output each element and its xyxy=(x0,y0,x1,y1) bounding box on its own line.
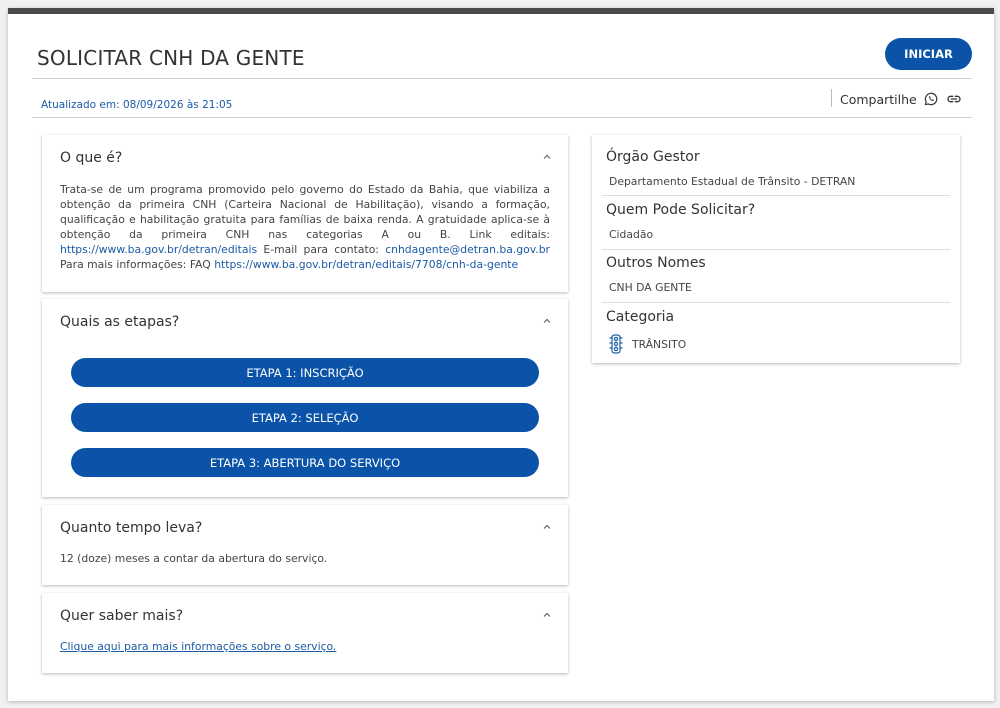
outros-value: CNH DA GENTE xyxy=(609,281,692,294)
service-card: SOLICITAR CNH DA GENTE INICIAR Atualizad… xyxy=(8,8,994,701)
section-title: Quer saber mais? xyxy=(60,608,184,624)
divider xyxy=(602,302,950,303)
info-sidebar: Órgão Gestor Departamento Estadual de Tr… xyxy=(592,135,960,363)
link-icon[interactable] xyxy=(945,91,963,107)
divider xyxy=(32,117,972,118)
email-link[interactable]: cnhdagente@detran.ba.gov.br xyxy=(385,243,550,256)
orgao-value: Departamento Estadual de Trânsito - DETR… xyxy=(609,175,856,188)
categoria-value: TRÂNSITO xyxy=(632,337,687,351)
more-info-link[interactable]: Clique aqui para mais informações sobre … xyxy=(60,640,336,653)
editais-link[interactable]: https://www.ba.gov.br/detran/editais xyxy=(60,243,257,256)
step-1-button[interactable]: ETAPA 1: INSCRIÇÃO xyxy=(71,358,539,387)
outros-title: Outros Nomes xyxy=(606,255,706,271)
share-bar: Compartilhe xyxy=(840,90,963,108)
section-title: O que é? xyxy=(60,150,123,166)
faq-link[interactable]: https://www.ba.gov.br/detran/editais/770… xyxy=(214,258,518,271)
whatsapp-icon[interactable] xyxy=(923,91,939,107)
divider xyxy=(602,195,950,196)
section-o-que-e: O que é? Trata-se de um programa promovi… xyxy=(42,135,568,292)
categoria-item: TRÂNSITO xyxy=(608,334,686,354)
traffic-light-icon xyxy=(609,334,623,354)
section-saber-mais: Quer saber mais? Clique aqui para mais i… xyxy=(42,593,568,673)
quem-title: Quem Pode Solicitar? xyxy=(606,202,756,218)
chevron-up-icon[interactable] xyxy=(542,522,552,532)
quem-value: Cidadão xyxy=(609,228,654,241)
section-description: 12 (doze) meses a contar da abertura do … xyxy=(60,552,328,565)
page-title: SOLICITAR CNH DA GENTE xyxy=(37,46,305,70)
categoria-title: Categoria xyxy=(606,309,675,325)
section-etapas: Quais as etapas? ETAPA 1: INSCRIÇÃO ETAP… xyxy=(42,299,568,497)
divider xyxy=(831,89,832,107)
share-label: Compartilhe xyxy=(840,91,917,107)
chevron-up-icon[interactable] xyxy=(542,152,552,162)
section-description: Trata-se de um programa promovido pelo g… xyxy=(60,183,550,271)
section-title: Quanto tempo leva? xyxy=(60,520,203,536)
section-title: Quais as etapas? xyxy=(60,314,180,330)
divider xyxy=(32,78,972,79)
section-tempo: Quanto tempo leva? 12 (doze) meses a con… xyxy=(42,505,568,585)
step-3-button[interactable]: ETAPA 3: ABERTURA DO SERVIÇO xyxy=(71,448,539,477)
start-button[interactable]: INICIAR xyxy=(885,38,972,70)
chevron-up-icon[interactable] xyxy=(542,610,552,620)
chevron-up-icon[interactable] xyxy=(542,316,552,326)
divider xyxy=(602,249,950,250)
orgao-title: Órgão Gestor xyxy=(606,149,700,165)
step-2-button[interactable]: ETAPA 2: SELEÇÃO xyxy=(71,403,539,432)
updated-timestamp: Atualizado em: 08/09/2026 às 21:05 xyxy=(41,99,233,111)
